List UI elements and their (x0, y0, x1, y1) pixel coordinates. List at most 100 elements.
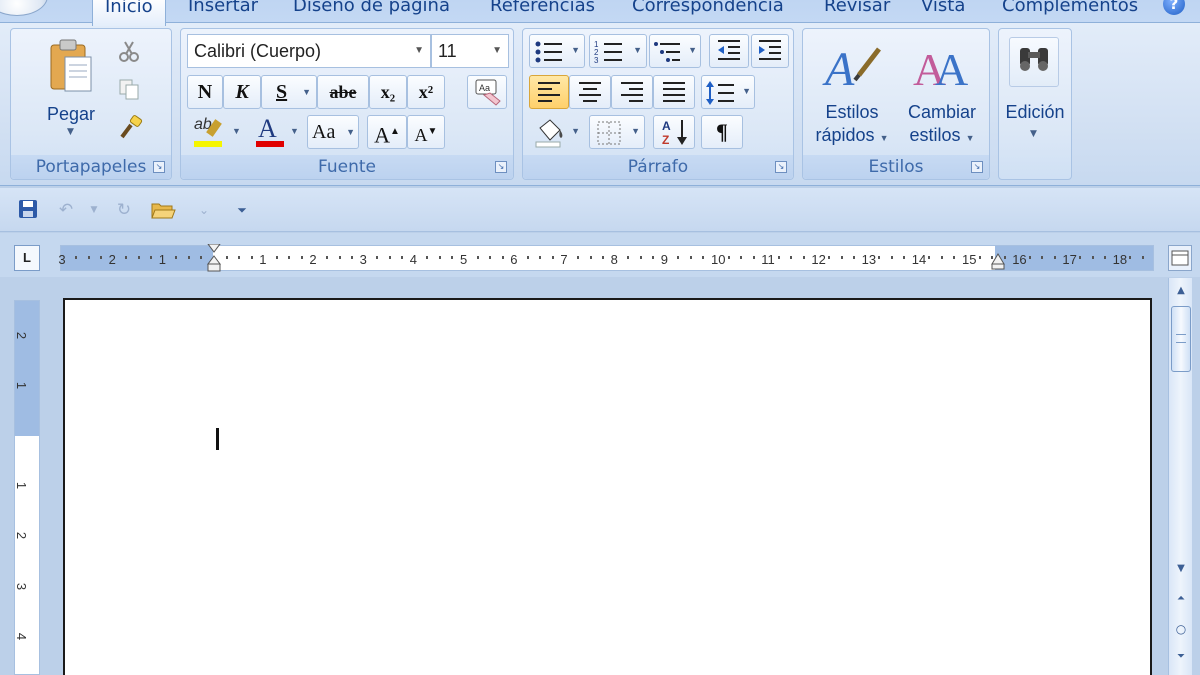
tab-stop-selector[interactable]: L (14, 245, 40, 271)
shrink-font-button[interactable]: A▼ (407, 115, 445, 149)
ruler-minor-tick (639, 256, 642, 259)
quick-styles-dropdown-icon[interactable]: ▼ (880, 133, 889, 143)
justify-icon (663, 82, 685, 102)
subscript-button[interactable]: x₂ (369, 75, 407, 109)
scroll-down-icon[interactable]: ▼ (1171, 560, 1191, 578)
customize-qat-icon[interactable]: ⏷ (230, 198, 254, 222)
line-spacing-button[interactable]: ▼ (701, 75, 755, 109)
numbering-dropdown-icon[interactable]: ▼ (633, 45, 642, 55)
shading-dropdown-icon[interactable]: ▼ (571, 126, 580, 136)
numbering-button[interactable]: 1 2 3 ▼ (589, 34, 647, 68)
horizontal-ruler[interactable]: 3 2 1 1 2 3 4 5 6 7 8 9 10 11 12 13 14 15 16 17 18 (58, 244, 1154, 272)
italic-button[interactable]: K (223, 75, 261, 109)
superscript-button[interactable]: x² (407, 75, 445, 109)
font-dialog-launcher[interactable]: ↘ (495, 161, 507, 173)
help-icon[interactable]: ? (1163, 0, 1185, 15)
undo-dropdown-icon[interactable]: ▼ (82, 198, 106, 222)
font-size-dropdown-icon[interactable]: ▼ (492, 35, 502, 67)
quick-styles-button[interactable]: A Estilos rápidos ▼ (807, 33, 897, 151)
font-name-value: Calibri (Cuerpo) (194, 41, 322, 61)
tab-referencias[interactable]: Referencias (490, 0, 595, 22)
tab-vista[interactable]: Vista (921, 0, 965, 22)
right-indent-marker-icon[interactable] (991, 252, 1005, 270)
ruler-minor-tick (928, 256, 931, 259)
font-color-button[interactable]: A ▼ (249, 114, 303, 149)
scrollbar-thumb[interactable] (1171, 306, 1191, 372)
justify-button[interactable] (653, 75, 695, 109)
qat-disabled-dropdown-icon[interactable]: ⌄ (192, 198, 216, 222)
sort-button[interactable]: A Z (653, 115, 695, 149)
highlight-button[interactable]: ab ▼ (187, 115, 245, 149)
underline-dropdown-icon[interactable]: ▼ (302, 76, 311, 108)
copy-button[interactable] (117, 77, 143, 103)
font-size-combo[interactable]: 11 ▼ (431, 34, 509, 68)
change-styles-button[interactable]: A A Cambiar estilos ▼ (899, 33, 985, 151)
grow-font-button[interactable]: A▲ (367, 115, 407, 149)
bullets-dropdown-icon[interactable]: ▼ (571, 45, 580, 55)
cut-button[interactable] (117, 39, 143, 65)
editing-dropdown-icon[interactable]: ▼ (1030, 129, 1037, 139)
first-line-indent-marker-icon[interactable] (206, 244, 222, 272)
change-styles-icon: A A (913, 44, 968, 95)
quick-styles-label-1: Estilos (825, 102, 879, 122)
paste-button[interactable]: Pegar ▼ (41, 35, 101, 139)
shading-button[interactable]: ▼ (529, 115, 585, 149)
group-styles: A Estilos rápidos ▼ A A Cambiar estilos … (802, 28, 990, 180)
tab-insertar[interactable]: Insertar (188, 0, 258, 22)
ruler-number-17: 17 (1062, 252, 1077, 267)
multilevel-dropdown-icon[interactable]: ▼ (688, 45, 697, 55)
styles-dialog-launcher[interactable]: ↘ (971, 161, 983, 173)
increase-indent-button[interactable] (751, 34, 789, 68)
vertical-scrollbar[interactable]: ▲ ▼ ⏶ ○ ⏷ (1168, 278, 1192, 675)
line-spacing-dropdown-icon[interactable]: ▼ (742, 86, 751, 96)
multilevel-list-button[interactable]: ▼ (649, 34, 701, 68)
tab-revisar[interactable]: Revisar (824, 0, 890, 22)
underline-button[interactable]: S ▼ (261, 75, 317, 109)
show-formatting-marks-button[interactable]: ¶ (701, 115, 743, 149)
view-ruler-button[interactable] (1168, 245, 1192, 271)
align-right-button[interactable] (611, 75, 653, 109)
paste-dropdown-arrow[interactable]: ▼ (67, 127, 74, 137)
text-cursor (216, 428, 219, 450)
borders-dropdown-icon[interactable]: ▼ (631, 126, 640, 136)
tab-correspondencia[interactable]: Correspondencia (632, 0, 784, 22)
clear-formatting-button[interactable]: Aa (467, 75, 507, 109)
tab-diseno-pagina[interactable]: Diseño de página (293, 0, 450, 22)
font-color-dropdown-icon[interactable]: ▼ (290, 126, 299, 136)
ruler-minor-tick (100, 256, 103, 259)
bold-button[interactable]: N (187, 75, 223, 109)
format-painter-button[interactable] (117, 115, 147, 143)
vertical-ruler[interactable]: 2 1 1 2 3 4 (14, 300, 40, 675)
office-button[interactable] (0, 0, 48, 16)
select-browse-object-icon[interactable]: ○ (1171, 620, 1191, 638)
scroll-up-icon[interactable]: ▲ (1171, 282, 1191, 300)
open-button[interactable] (150, 198, 176, 222)
change-case-dropdown-icon[interactable]: ▼ (346, 116, 355, 148)
strikethrough-button[interactable]: abe (317, 75, 369, 109)
increase-indent-icon (759, 40, 781, 60)
ruler-minor-tick (1104, 256, 1107, 259)
previous-page-icon[interactable]: ⏶ (1171, 590, 1191, 608)
align-left-button[interactable] (529, 75, 569, 109)
bullets-button[interactable]: ▼ (529, 34, 585, 68)
paragraph-dialog-launcher[interactable]: ↘ (775, 161, 787, 173)
decrease-indent-button[interactable] (709, 34, 749, 68)
change-styles-dropdown-icon[interactable]: ▼ (966, 133, 975, 143)
document-page[interactable] (63, 298, 1152, 675)
font-name-dropdown-icon[interactable]: ▼ (414, 35, 424, 67)
editing-label: Edición (1005, 102, 1065, 122)
undo-icon[interactable]: ↶ (54, 198, 78, 222)
clipboard-dialog-launcher[interactable]: ↘ (153, 161, 165, 173)
next-page-icon[interactable]: ⏷ (1171, 648, 1191, 666)
tab-inicio[interactable]: Inicio (92, 0, 166, 26)
redo-icon[interactable]: ↻ (112, 198, 136, 222)
highlight-dropdown-icon[interactable]: ▼ (232, 126, 241, 136)
font-name-combo[interactable]: Calibri (Cuerpo) ▼ (187, 34, 431, 68)
change-case-button[interactable]: Aa ▼ (307, 115, 359, 149)
svg-text:Aa: Aa (479, 83, 490, 93)
group-editing[interactable]: Edición ▼ (998, 28, 1072, 180)
borders-button[interactable]: ▼ (589, 115, 645, 149)
save-button[interactable] (16, 198, 40, 222)
align-center-button[interactable] (569, 75, 611, 109)
tab-complementos[interactable]: Complementos (1002, 0, 1138, 22)
